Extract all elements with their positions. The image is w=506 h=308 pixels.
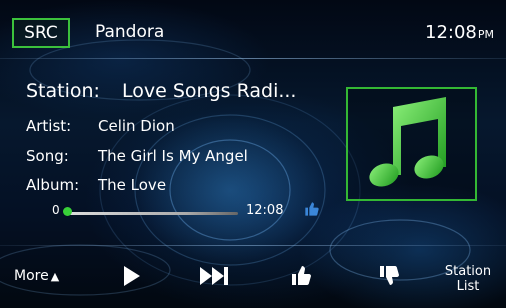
station-label: Station: bbox=[26, 80, 100, 102]
top-bar: SRC Pandora 12:08PM bbox=[0, 0, 506, 58]
clock: 12:08PM bbox=[425, 22, 494, 43]
station-list-line2: List bbox=[456, 279, 480, 294]
up-arrow-icon: ▲ bbox=[50, 270, 60, 283]
next-track-icon bbox=[200, 267, 228, 285]
thumbs-down-icon bbox=[380, 266, 399, 285]
artist-value: Celin Dion bbox=[98, 117, 175, 135]
more-button[interactable]: More ▲ bbox=[14, 250, 74, 302]
station-list-line1: Station bbox=[444, 264, 492, 279]
thumbs-up-button[interactable] bbox=[282, 250, 322, 302]
clock-ampm: PM bbox=[477, 28, 494, 41]
thumbs-up-icon bbox=[292, 266, 311, 285]
progress-end-time: 12:08 bbox=[246, 203, 284, 218]
progress-track[interactable] bbox=[66, 212, 238, 215]
album-art bbox=[346, 87, 477, 201]
station-value: Love Songs Radi... bbox=[122, 80, 297, 102]
next-track-button[interactable] bbox=[190, 250, 240, 302]
play-icon bbox=[124, 266, 140, 286]
more-label: More bbox=[14, 268, 49, 284]
source-button[interactable]: SRC bbox=[12, 18, 70, 48]
artist-label: Artist: bbox=[26, 117, 72, 135]
source-name: Pandora bbox=[95, 22, 165, 42]
station-list-button[interactable]: Station List bbox=[436, 250, 500, 302]
progress-knob[interactable] bbox=[63, 207, 72, 216]
bottom-divider bbox=[0, 245, 506, 246]
album-label: Album: bbox=[26, 176, 80, 194]
music-note-icon bbox=[369, 97, 446, 187]
progress-start-time: 0 bbox=[52, 203, 60, 217]
top-divider bbox=[0, 58, 506, 59]
album-value: The Love bbox=[98, 176, 167, 194]
thumbs-up-status-icon bbox=[304, 201, 320, 217]
play-button[interactable] bbox=[112, 250, 152, 302]
song-value: The Girl Is My Angel bbox=[98, 147, 248, 165]
song-label: Song: bbox=[26, 147, 69, 165]
clock-time: 12:08 bbox=[425, 22, 477, 43]
thumbs-down-button[interactable] bbox=[370, 250, 410, 302]
pandora-screen: SRC Pandora 12:08PM Station: Love Songs … bbox=[0, 0, 506, 308]
